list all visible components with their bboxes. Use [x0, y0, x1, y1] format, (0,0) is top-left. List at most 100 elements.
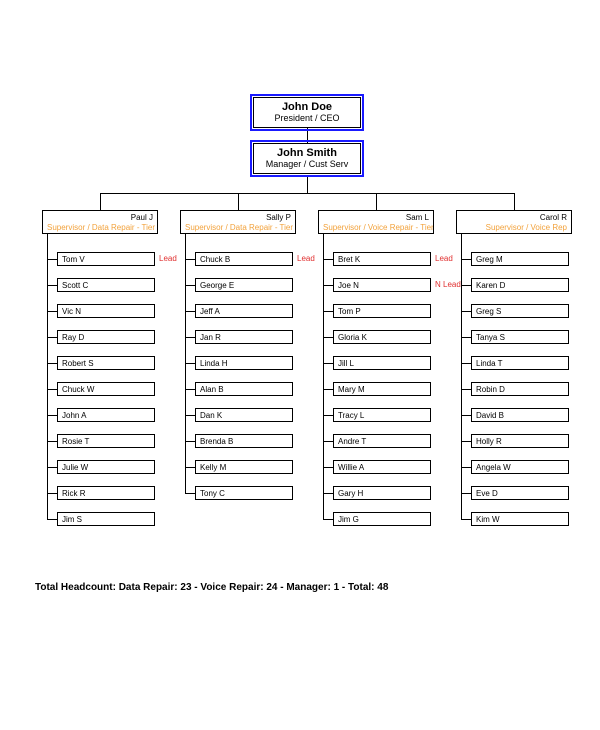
employee-name: Andre T: [338, 437, 366, 446]
connector: [47, 285, 57, 286]
employee-box: John A: [57, 408, 155, 422]
connector: [461, 441, 462, 467]
employee-box: Rosie T: [57, 434, 155, 448]
connector: [47, 441, 57, 442]
employee-box: Rick R: [57, 486, 155, 500]
connector: [47, 363, 57, 364]
employee-box: Mary M: [333, 382, 431, 396]
connector: [47, 234, 48, 259]
supervisor-name: Sam L: [323, 213, 429, 223]
employee-name: Tracy L: [338, 411, 364, 420]
employee-box: Tanya S: [471, 330, 569, 344]
manager-title: Manager / Cust Serv: [254, 159, 360, 172]
employee-box: Chuck B: [195, 252, 293, 266]
employee-box: George E: [195, 278, 293, 292]
connector: [461, 337, 471, 338]
connector: [47, 389, 48, 415]
employee-name: Jeff A: [200, 307, 220, 316]
connector: [323, 519, 333, 520]
supervisor-name: Sally P: [185, 213, 291, 223]
role-tag: Lead: [159, 254, 177, 263]
supervisor-title: Supervisor / Voice Rep: [461, 223, 567, 233]
employee-box: Jeff A: [195, 304, 293, 318]
employee-box: Chuck W: [57, 382, 155, 396]
connector: [185, 493, 195, 494]
employee-box: Greg M: [471, 252, 569, 266]
employee-box: Bret K: [333, 252, 431, 266]
employee-box: Tony C: [195, 486, 293, 500]
employee-name: Kim W: [476, 515, 500, 524]
employee-box: Gary H: [333, 486, 431, 500]
manager-name: John Smith: [254, 144, 360, 159]
connector: [323, 311, 333, 312]
employee-name: Tony C: [200, 489, 225, 498]
connector: [323, 311, 324, 337]
employee-name: Linda H: [200, 359, 228, 368]
connector: [323, 389, 324, 415]
employee-box: Dan K: [195, 408, 293, 422]
employee-box: Eve D: [471, 486, 569, 500]
connector: [461, 234, 462, 259]
connector: [461, 389, 471, 390]
employee-name: Robert S: [62, 359, 94, 368]
connector: [185, 234, 186, 259]
employee-name: Holly R: [476, 437, 502, 446]
employee-box: Kelly M: [195, 460, 293, 474]
connector: [376, 193, 377, 210]
employee-box: Scott C: [57, 278, 155, 292]
connector: [185, 441, 195, 442]
connector: [461, 415, 471, 416]
employee-box: Kim W: [471, 512, 569, 526]
employee-name: Jan R: [200, 333, 221, 342]
employee-box: Greg S: [471, 304, 569, 318]
employee-name: George E: [200, 281, 234, 290]
connector: [461, 389, 462, 415]
connector: [185, 467, 195, 468]
connector: [47, 363, 48, 389]
connector: [323, 415, 324, 441]
employee-box: Tom V: [57, 252, 155, 266]
connector: [47, 337, 48, 363]
connector: [185, 259, 195, 260]
connector: [185, 337, 186, 363]
employee-name: Greg M: [476, 255, 503, 264]
employee-box: Jim S: [57, 512, 155, 526]
employee-name: Chuck B: [200, 255, 230, 264]
connector: [461, 259, 471, 260]
connector: [47, 285, 48, 311]
ceo-title: President / CEO: [254, 113, 360, 126]
connector: [47, 311, 57, 312]
employee-name: Jim S: [62, 515, 82, 524]
connector: [514, 193, 515, 210]
employee-box: Vic N: [57, 304, 155, 318]
supervisor-title: Supervisor / Data Repair - Tier 1: [47, 223, 153, 233]
connector: [323, 389, 333, 390]
employee-name: Brenda B: [200, 437, 233, 446]
employee-name: Gary H: [338, 489, 363, 498]
connector: [461, 519, 471, 520]
connector: [323, 467, 324, 493]
employee-name: John A: [62, 411, 86, 420]
employee-name: Chuck W: [62, 385, 94, 394]
employee-name: Vic N: [62, 307, 81, 316]
employee-name: Greg S: [476, 307, 501, 316]
connector: [323, 337, 333, 338]
connector: [185, 311, 195, 312]
employee-box: Brenda B: [195, 434, 293, 448]
employee-name: Willie A: [338, 463, 364, 472]
employee-box: Karen D: [471, 278, 569, 292]
connector: [47, 259, 48, 285]
employee-box: Linda H: [195, 356, 293, 370]
connector: [323, 285, 333, 286]
employee-name: Tom V: [62, 255, 85, 264]
connector: [185, 415, 195, 416]
connector: [47, 441, 48, 467]
connector: [323, 363, 333, 364]
employee-box: Tracy L: [333, 408, 431, 422]
supervisor-name: Paul J: [47, 213, 153, 223]
connector: [461, 493, 471, 494]
supervisor-title: Supervisor / Data Repair - Tier 2: [185, 223, 291, 233]
connector: [461, 415, 462, 441]
employee-name: Angela W: [476, 463, 511, 472]
connector: [185, 311, 186, 337]
